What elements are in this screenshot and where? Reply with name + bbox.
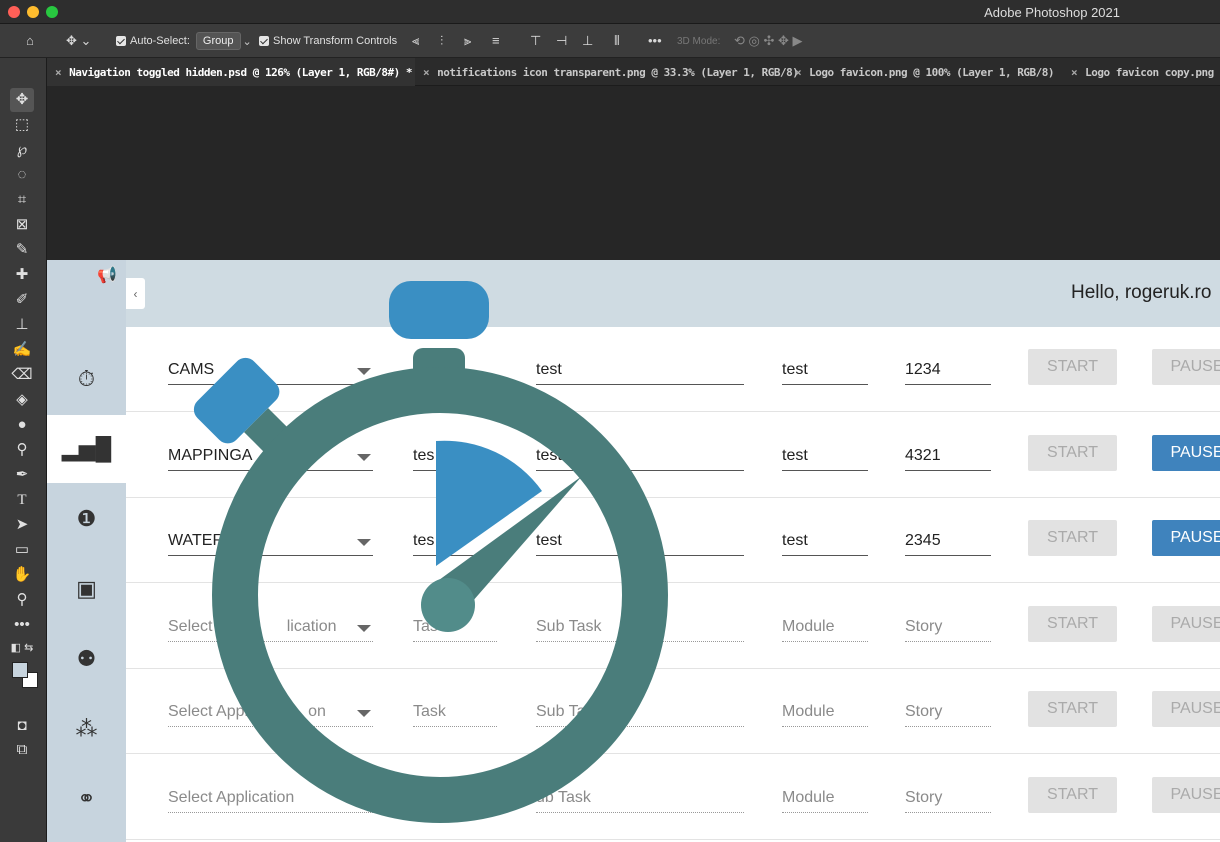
move-tool-icon[interactable]: ✥ ⌄ <box>66 33 91 49</box>
options-bar: ⌂ ✥ ⌄ Auto-Select: Group ⌄ Show Transfor… <box>0 24 1220 58</box>
close-tab-icon[interactable]: × <box>1071 66 1078 79</box>
show-transform-label: Show Transform Controls <box>273 35 398 47</box>
brush-tool-icon[interactable]: ✐ <box>10 288 34 312</box>
close-tab-icon[interactable]: × <box>795 66 802 79</box>
close-tab-icon[interactable]: × <box>423 66 430 79</box>
zoom-tool-icon[interactable]: ⚲ <box>10 588 34 612</box>
hand-tool-icon[interactable]: ✋ <box>10 563 34 587</box>
align-bottom-icon[interactable]: ⊥ <box>582 33 593 49</box>
more-tools-icon[interactable]: ••• <box>10 613 34 637</box>
auto-select-dropdown[interactable]: Group <box>195 32 241 50</box>
foreground-color-swatch[interactable] <box>12 662 28 678</box>
blur-tool-icon[interactable]: ● <box>10 413 34 437</box>
lasso-tool-icon[interactable]: ℘ <box>10 138 34 162</box>
align-top-icon[interactable]: ⊤ <box>530 33 541 49</box>
tab-logo-favicon[interactable]: × Logo favicon.png @ 100% (Layer 1, RGB/8… <box>787 58 1063 86</box>
crop-tool-icon[interactable]: ⌗ <box>10 188 34 212</box>
app-title: Adobe Photoshop 2021 <box>984 5 1120 20</box>
3d-orbit-icon: ⟲ ◎ ✣ ✥ ▶ <box>734 33 803 48</box>
auto-select-checkbox[interactable]: Auto-Select: Group ⌄ <box>116 24 252 58</box>
paint-bucket-tool-icon[interactable]: ◈ <box>10 388 34 412</box>
path-select-tool-icon[interactable]: ➤ <box>10 513 34 537</box>
home-icon[interactable]: ⌂ <box>26 33 34 49</box>
stopwatch-hub <box>421 578 475 632</box>
move-tool-icon[interactable]: ✥ <box>10 88 34 112</box>
stamp-tool-icon[interactable]: ⊥ <box>10 313 34 337</box>
swap-colors-icon[interactable]: ◧ ⇆ <box>10 636 34 660</box>
stopwatch-top-button <box>389 281 489 339</box>
eraser-tool-icon[interactable]: ⌫ <box>10 363 34 387</box>
title-bar: Adobe Photoshop 2021 <box>0 0 1220 24</box>
canvas-area[interactable]: 📢 ⏱ ▂▅█ ❶ ▣ ⚉ ⁂ ⚭ ‹ Hello, rogeruk.ro CA… <box>47 86 1220 842</box>
3d-mode-label: 3D Mode: <box>677 35 721 47</box>
auto-select-label: Auto-Select: <box>130 35 190 47</box>
distribute-icon[interactable]: ≡ <box>492 33 500 49</box>
pen-tool-icon[interactable]: ✒ <box>10 463 34 487</box>
tab-notifications-icon[interactable]: × notifications icon transparent.png @ 33… <box>415 58 799 86</box>
stopwatch-overlay-graphic <box>193 281 668 823</box>
screen-mode-icon[interactable]: ⧉ <box>10 738 34 762</box>
eyedropper-tool-icon[interactable]: ✎ <box>10 238 34 262</box>
history-brush-tool-icon[interactable]: ✍ <box>10 338 34 362</box>
align-right-icon[interactable]: ⫸ <box>464 33 471 49</box>
tools-panel: ✥ ⬚ ℘ ◌ ⌗ ⊠ ✎ ✚ ✐ ⊥ ✍ ⌫ ◈ ● ⚲ ✒ T ➤ ▭ ✋ … <box>0 58 47 842</box>
chevron-down-icon: ⌄ <box>242 35 252 48</box>
healing-tool-icon[interactable]: ✚ <box>10 263 34 287</box>
close-tab-icon[interactable]: × <box>55 66 62 79</box>
align-center-icon[interactable]: ⫶ <box>440 33 443 49</box>
tab-navigation-toggled-hidden[interactable]: × Navigation toggled hidden.psd @ 126% (L… <box>47 58 415 86</box>
show-transform-checkbox[interactable]: Show Transform Controls <box>259 24 397 58</box>
distribute-vertical-icon[interactable]: ⦀ <box>614 33 620 49</box>
checkbox-icon <box>259 36 269 46</box>
frame-tool-icon[interactable]: ⊠ <box>10 213 34 237</box>
type-tool-icon[interactable]: T <box>10 488 34 512</box>
dodge-tool-icon[interactable]: ⚲ <box>10 438 34 462</box>
marquee-tool-icon[interactable]: ⬚ <box>10 113 34 137</box>
quick-mask-icon[interactable]: ◘ <box>10 714 34 738</box>
document-tabs: × Navigation toggled hidden.psd @ 126% (L… <box>47 58 1220 86</box>
align-left-icon[interactable]: ⫷ <box>412 33 419 49</box>
align-middle-icon[interactable]: ⊣ <box>556 33 567 49</box>
more-options-icon[interactable]: ••• <box>648 33 662 49</box>
tab-logo-favicon-copy[interactable]: × Logo favicon copy.png ( <box>1063 58 1220 86</box>
color-swatches[interactable] <box>10 658 38 692</box>
checkbox-icon <box>116 36 126 46</box>
quick-select-tool-icon[interactable]: ◌ <box>10 163 34 187</box>
rectangle-tool-icon[interactable]: ▭ <box>10 538 34 562</box>
